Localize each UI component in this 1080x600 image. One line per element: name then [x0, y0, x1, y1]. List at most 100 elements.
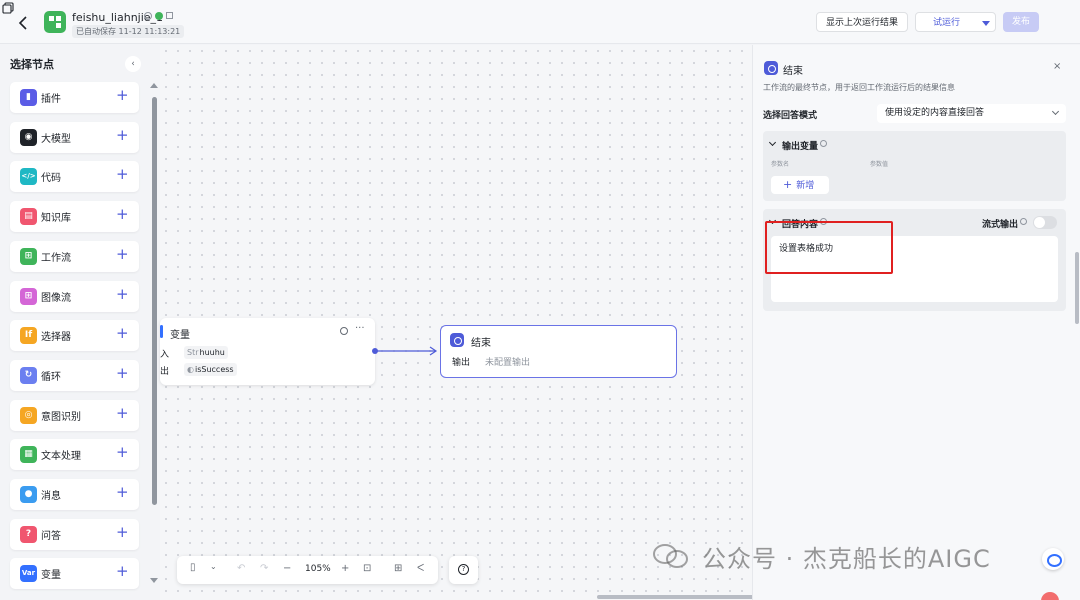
end-node-icon [764, 61, 778, 75]
undo-icon[interactable]: ↶ [237, 563, 245, 574]
collapse-icon[interactable]: ᐸ [417, 563, 424, 574]
add-node-plus-icon[interactable]: + [116, 404, 129, 422]
publish-button[interactable]: 发布 [1003, 12, 1039, 32]
add-variable-label: 新增 [796, 181, 815, 191]
palette-item-label: 大模型 [41, 133, 71, 145]
node-palette: 选择节点 ‹ ▮ 插件 + ◉ 大模型 + </> 代码 + ▤ 知识库 + ⊞ 工作流 + ⊞ 图像流 + If 选… [0, 45, 148, 600]
auto-layout-icon[interactable]: ⊞ [394, 563, 402, 574]
redo-icon[interactable]: ↷ [260, 563, 268, 574]
zoom-in-icon[interactable]: + [341, 563, 349, 574]
output-label: 出 [160, 367, 170, 377]
end-node[interactable]: 结束 输出 未配置输出 [440, 325, 677, 378]
add-variable-button[interactable]: + 新增 [771, 176, 829, 194]
info-icon[interactable] [144, 12, 152, 20]
palette-item-qa[interactable]: ? 问答 + [10, 518, 139, 550]
input-type: Str [187, 348, 199, 357]
variable-node-accent [160, 325, 163, 338]
add-node-plus-icon[interactable]: + [116, 205, 129, 223]
answer-mode-value: 使用设定的内容直接回答 [885, 108, 985, 118]
answer-mode-select[interactable]: 使用设定的内容直接回答 [877, 104, 1066, 123]
node-settings-icon[interactable] [340, 327, 348, 335]
palette-item-workflow[interactable]: ⊞ 工作流 + [10, 240, 139, 272]
palette-item-loop[interactable]: ↻ 循环 + [10, 359, 139, 391]
workflow-app-icon [44, 11, 66, 33]
edit-icon[interactable] [166, 12, 173, 19]
zoom-level[interactable]: 105% [305, 564, 331, 574]
palette-item-label: 文本处理 [41, 451, 81, 463]
panel-title: 结束 [783, 66, 803, 77]
add-node-plus-icon[interactable]: + [116, 562, 129, 580]
more-icon[interactable]: ··· [355, 323, 365, 334]
palette-item-label: 变量 [41, 570, 61, 582]
add-node-plus-icon[interactable]: + [116, 126, 129, 144]
scroll-up-arrow-icon[interactable] [150, 83, 158, 88]
mouse-mode-icon[interactable]: ▯ [190, 562, 196, 573]
back-arrow-icon[interactable] [14, 13, 34, 33]
add-node-plus-icon[interactable]: + [116, 86, 129, 104]
palette-scrollbar[interactable] [152, 97, 157, 505]
palette-item-selector[interactable]: If 选择器 + [10, 320, 139, 352]
collapse-section-icon[interactable] [768, 138, 777, 147]
fit-view-icon[interactable]: ⊡ [363, 563, 371, 574]
help-icon: ? [458, 564, 469, 575]
stream-output-toggle[interactable] [1033, 216, 1057, 229]
intent-icon: ◎ [20, 406, 37, 424]
selector-icon: If [20, 327, 37, 345]
show-last-run-button[interactable]: 显示上次运行结果 [816, 12, 908, 32]
palette-item-label: 知识库 [41, 213, 71, 225]
output-variables-title: 输出变量 [782, 142, 819, 152]
variable-node[interactable]: 变量 ··· 入 Strhuuhu 出 ◐isSuccess [160, 318, 375, 385]
published-check-icon [155, 12, 163, 20]
palette-item-intent[interactable]: ◎ 意图识别 + [10, 399, 139, 431]
zoom-out-icon[interactable]: − [283, 563, 291, 574]
palette-item-plugin[interactable]: ▮ 插件 + [10, 82, 139, 113]
canvas-toolbar: ▯ ⌄ ↶ ↷ − 105% + ⊡ ⊞ ᐸ [177, 556, 438, 584]
code-icon: </> [20, 168, 37, 186]
output-port[interactable] [372, 348, 378, 354]
panel-scrollbar[interactable] [1075, 252, 1079, 324]
palette-item-message[interactable]: ● 消息 + [10, 479, 139, 510]
trial-run-label: 试运行 [933, 18, 961, 28]
info-icon[interactable] [1020, 218, 1027, 225]
end-node-icon [450, 333, 464, 347]
info-icon[interactable] [820, 140, 827, 147]
palette-item-knowledge[interactable]: ▤ 知识库 + [10, 201, 139, 233]
scroll-down-arrow-icon[interactable] [150, 578, 158, 583]
text-process-icon: ▦ [20, 446, 37, 464]
add-node-plus-icon[interactable]: + [116, 324, 129, 342]
knowledge-icon: ▤ [20, 208, 37, 226]
add-node-plus-icon[interactable]: + [116, 523, 129, 541]
plugin-icon: ▮ [20, 89, 37, 106]
floating-chat-icon[interactable] [1042, 548, 1064, 570]
palette-item-label: 代码 [41, 173, 61, 185]
output-tag: ◐isSuccess [184, 363, 237, 376]
loop-icon: ↻ [20, 366, 37, 384]
panel-description: 工作流的最终节点，用于返回工作流运行后的结果信息 [763, 83, 955, 92]
add-node-plus-icon[interactable]: + [116, 165, 129, 183]
add-node-plus-icon[interactable]: + [116, 245, 129, 263]
add-node-plus-icon[interactable]: + [116, 285, 129, 303]
add-node-plus-icon[interactable]: + [116, 364, 129, 382]
palette-item-llm[interactable]: ◉ 大模型 + [10, 121, 139, 153]
help-button[interactable]: ? [449, 556, 478, 584]
add-node-plus-icon[interactable]: + [116, 483, 129, 501]
trial-run-button[interactable]: 试运行 [915, 12, 996, 32]
chevron-down-icon [1051, 107, 1060, 116]
chevron-down-icon[interactable]: ⌄ [210, 562, 217, 571]
palette-item-imageflow[interactable]: ⊞ 图像流 + [10, 280, 139, 312]
llm-icon: ◉ [20, 128, 37, 146]
annotation-highlight-box [765, 221, 893, 274]
node-config-panel: 结束 × 工作流的最终节点，用于返回工作流运行后的结果信息 选择回答模式 使用设… [752, 45, 1080, 600]
top-bar: feishu_liahnjie_1 已自动保存 11-12 11:13:21 显… [0, 0, 1080, 44]
palette-item-code[interactable]: </> 代码 + [10, 161, 139, 193]
caret-down-icon[interactable] [982, 21, 990, 26]
watermark-text: 公众号 · 杰克船长的AIGC [702, 545, 991, 573]
close-icon[interactable]: × [1053, 61, 1061, 72]
param-name-header: 参数名 [771, 161, 790, 168]
imageflow-icon: ⊞ [20, 287, 37, 305]
palette-item-variable[interactable]: Var 变量 + [10, 558, 139, 590]
palette-item-text-process[interactable]: ▦ 文本处理 + [10, 439, 139, 471]
variable-node-title: 变量 [170, 330, 190, 341]
collapse-palette-button[interactable]: ‹ [125, 56, 141, 72]
add-node-plus-icon[interactable]: + [116, 443, 129, 461]
